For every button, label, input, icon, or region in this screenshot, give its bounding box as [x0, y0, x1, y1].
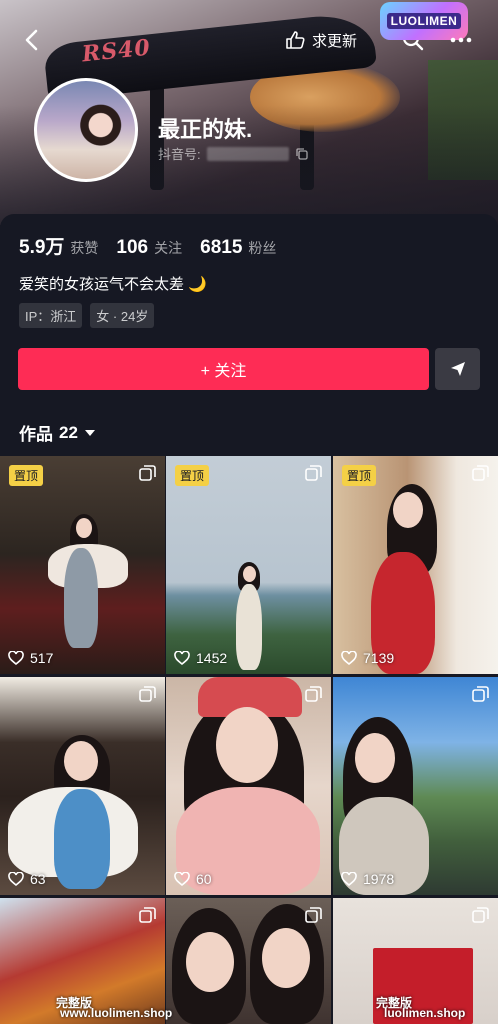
post-figure-face: [393, 492, 423, 528]
stat-value: 5.9万: [19, 237, 65, 258]
avatar[interactable]: [34, 78, 138, 182]
post-figure-face: [262, 928, 310, 988]
heart-icon: [8, 651, 24, 665]
post-figure-face: [186, 932, 234, 992]
profile-bio: 爱笑的女孩运气不会太差 🌙: [19, 273, 207, 294]
profile-tags: IP：浙江 女 · 24岁: [19, 303, 155, 328]
works-tab-count: 22: [59, 422, 78, 442]
pinned-badge: 置顶: [9, 465, 44, 486]
stat-followers[interactable]: 6815 粉丝: [200, 237, 276, 259]
more-button[interactable]: [448, 27, 474, 53]
stat-label: 获赞: [70, 240, 99, 256]
post-figure-dress: [236, 584, 262, 670]
more-dots-icon: [450, 37, 472, 43]
multi-image-icon: [305, 907, 322, 923]
profile-stats: 5.9万 获赞 106 关注 6815 粉丝: [19, 232, 276, 259]
post-figure-face: [64, 741, 98, 781]
tab-works[interactable]: 作品 22: [19, 420, 96, 445]
share-button[interactable]: [435, 348, 480, 390]
post-figure-face: [243, 566, 256, 582]
heart-icon: [174, 651, 190, 665]
post-thumbnail[interactable]: 置顶 1452: [166, 456, 331, 674]
works-tab-label: 作品: [19, 425, 53, 444]
post-likes: 60: [174, 871, 212, 887]
likes-count: 517: [30, 650, 54, 666]
post-likes: 1452: [174, 650, 227, 666]
moon-emoji-icon: 🌙: [188, 275, 207, 293]
likes-count: 7139: [363, 650, 395, 666]
post-figure-face: [355, 733, 395, 783]
post-thumbnail[interactable]: 置顶 517: [0, 456, 165, 674]
send-arrow-icon: [450, 362, 465, 376]
stat-value: 106: [116, 237, 149, 258]
post-figure-face: [216, 707, 278, 783]
post-figure-face: [76, 518, 92, 538]
post-thumbnail[interactable]: 1978: [333, 677, 498, 895]
heart-icon: [174, 872, 190, 886]
heart-icon: [341, 651, 357, 665]
stat-value: 6815: [200, 237, 243, 258]
post-thumbnail[interactable]: 60: [166, 677, 331, 895]
follow-button[interactable]: + 关注: [18, 348, 429, 390]
posts-grid: 置顶 517 置顶 1452 置顶 7139 63 60 1978: [0, 456, 498, 1024]
multi-image-icon: [472, 686, 489, 702]
tag-ip-location: IP：浙江: [19, 303, 83, 328]
likes-count: 1978: [363, 871, 395, 887]
watermark-site: luolimen.shop: [384, 1006, 466, 1020]
post-thumbnail[interactable]: 63: [0, 677, 165, 895]
copy-icon[interactable]: [295, 147, 309, 161]
likes-count: 60: [196, 871, 212, 887]
pinned-badge: 置顶: [175, 465, 210, 486]
multi-image-icon: [139, 907, 156, 923]
post-thumbnail[interactable]: [166, 898, 331, 1024]
multi-image-icon: [472, 907, 489, 923]
likes-count: 63: [30, 871, 46, 887]
seek-update-label: 求更新: [312, 32, 358, 50]
multi-image-icon: [472, 465, 489, 481]
bio-text: 爱笑的女孩运气不会太差: [19, 276, 185, 293]
douyin-id-redacted: [206, 146, 289, 161]
caret-down-icon: [84, 429, 95, 436]
multi-image-icon: [305, 465, 322, 481]
seek-update-button[interactable]: 求更新: [284, 27, 357, 53]
multi-image-icon: [139, 686, 156, 702]
multi-image-icon: [305, 686, 322, 702]
stat-following[interactable]: 106 关注: [116, 237, 182, 259]
stat-label: 粉丝: [248, 240, 277, 256]
back-button[interactable]: [20, 27, 46, 53]
stat-likes[interactable]: 5.9万 获赞: [19, 232, 98, 259]
stat-label: 关注: [154, 240, 183, 256]
heart-icon: [341, 872, 357, 886]
post-likes: 63: [8, 871, 46, 887]
pinned-badge: 置顶: [342, 465, 377, 486]
post-likes: 7139: [341, 650, 394, 666]
tag-gender-age: 女 · 24岁: [90, 303, 155, 328]
post-likes: 1978: [341, 871, 394, 887]
likes-count: 1452: [196, 650, 228, 666]
post-thumbnail[interactable]: 置顶 7139: [333, 456, 498, 674]
heart-icon: [8, 872, 24, 886]
display-name: 最正的妹.: [158, 117, 253, 142]
multi-image-icon: [139, 465, 156, 481]
thumbs-up-hand-icon: [286, 31, 305, 49]
douyin-id-label: 抖音号:: [158, 147, 201, 162]
post-figure-dress: [64, 548, 98, 648]
watermark-site: www.luolimen.shop: [60, 1006, 173, 1020]
douyin-id: 抖音号:: [158, 144, 309, 163]
post-figure-dress: [54, 789, 110, 889]
post-likes: 517: [8, 650, 53, 666]
back-chevron-icon: [25, 29, 38, 51]
